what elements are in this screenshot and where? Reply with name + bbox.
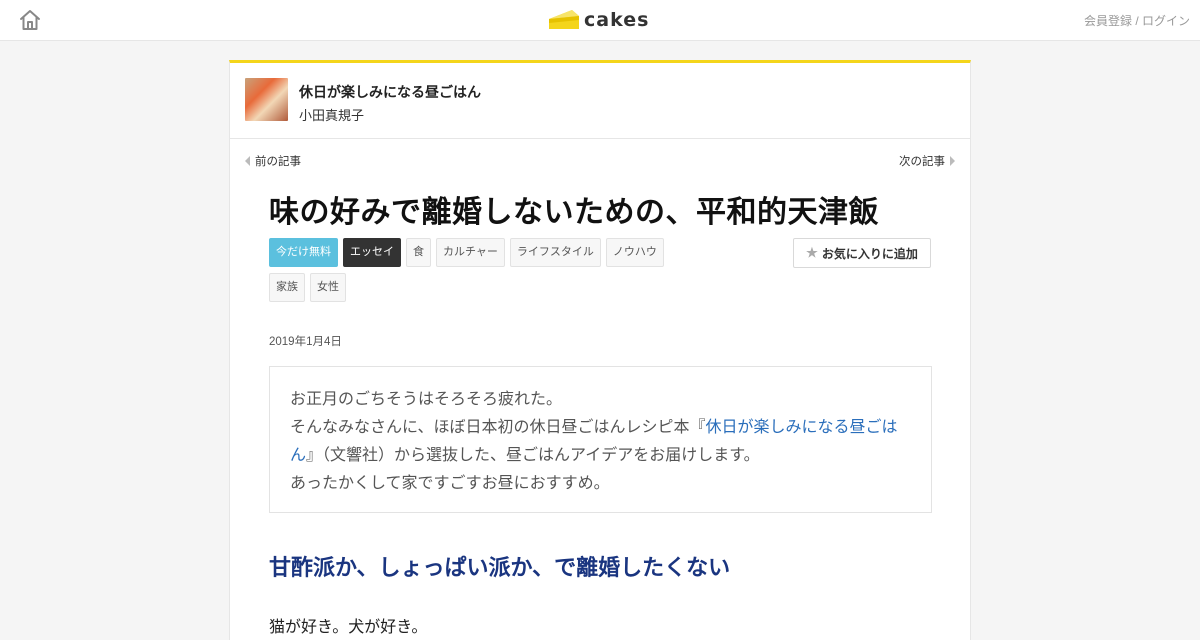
intro-box: お正月のごちそうはそろそろ疲れた。 そんなみなさんに、ほぼ日本初の休日昼ごはんレ… [269,366,932,513]
publish-date: 2019年1月4日 [269,336,342,348]
triangle-left-icon [245,156,250,166]
cake-icon [549,10,579,29]
section-heading: 甘酢派か、しょっぱい派か、で離婚したくない [269,556,731,581]
cakes-logo[interactable]: cakes [548,6,649,34]
series-thumbnail[interactable] [245,78,288,121]
intro-line-2-pre: そんなみなさんに、ほぼ日本初の休日昼ごはんレシピ本『 [290,419,706,436]
add-favorite-button[interactable]: ★ お気に入りに追加 [793,238,931,268]
article-title: 味の好みで離婚しないための、平和的天津飯 [269,195,879,230]
home-icon[interactable] [18,8,42,32]
prev-article-label: 前の記事 [255,154,301,168]
body-paragraph: 猫が好き。犬が好き。 [269,619,428,636]
tag-culture[interactable]: カルチャー [436,238,505,267]
series-author[interactable]: 小田真規子 [299,105,364,124]
intro-line-1: お正月のごちそうはそろそろ疲れた。 [290,391,563,408]
triangle-right-icon [950,156,955,166]
next-article-link[interactable]: 次の記事 [899,153,955,169]
series-header[interactable]: 休日が楽しみになる昼ごはん 小田真規子 [230,63,970,139]
tag-lifestyle[interactable]: ライフスタイル [509,238,601,267]
tag-food[interactable]: 食 [406,238,431,267]
intro-line-2: そんなみなさんに、ほぼ日本初の休日昼ごはんレシピ本『休日が楽しみになる昼ごはん』… [290,414,911,470]
tag-free[interactable]: 今だけ無料 [269,238,338,267]
tag-list: 今だけ無料 エッセイ 食 カルチャー ライフスタイル ノウハウ 家族 女性 [269,238,699,302]
series-title[interactable]: 休日が楽しみになる昼ごはん [299,82,481,102]
star-icon: ★ [806,245,818,260]
tag-women[interactable]: 女性 [310,273,346,302]
intro-line-2-post: 』（文響社）から選抜した、昼ごはんアイデアをお届けします。 [306,447,760,464]
add-favorite-label: お気に入りに追加 [821,246,918,261]
intro-line-3: あったかくして家ですごすお昼におすすめ。 [290,475,610,492]
next-article-label: 次の記事 [899,154,945,168]
article-card: 休日が楽しみになる昼ごはん 小田真規子 前の記事 次の記事 味の好みで離婚しない… [229,60,971,640]
tag-essay[interactable]: エッセイ [343,238,401,267]
top-bar: cakes 会員登録 / ログイン [0,0,1200,41]
login-link[interactable]: 会員登録 / ログイン [1084,12,1190,29]
tag-family[interactable]: 家族 [269,273,305,302]
prev-article-link[interactable]: 前の記事 [245,153,301,169]
logo-text: cakes [584,9,650,31]
tag-knowhow[interactable]: ノウハウ [605,238,664,267]
